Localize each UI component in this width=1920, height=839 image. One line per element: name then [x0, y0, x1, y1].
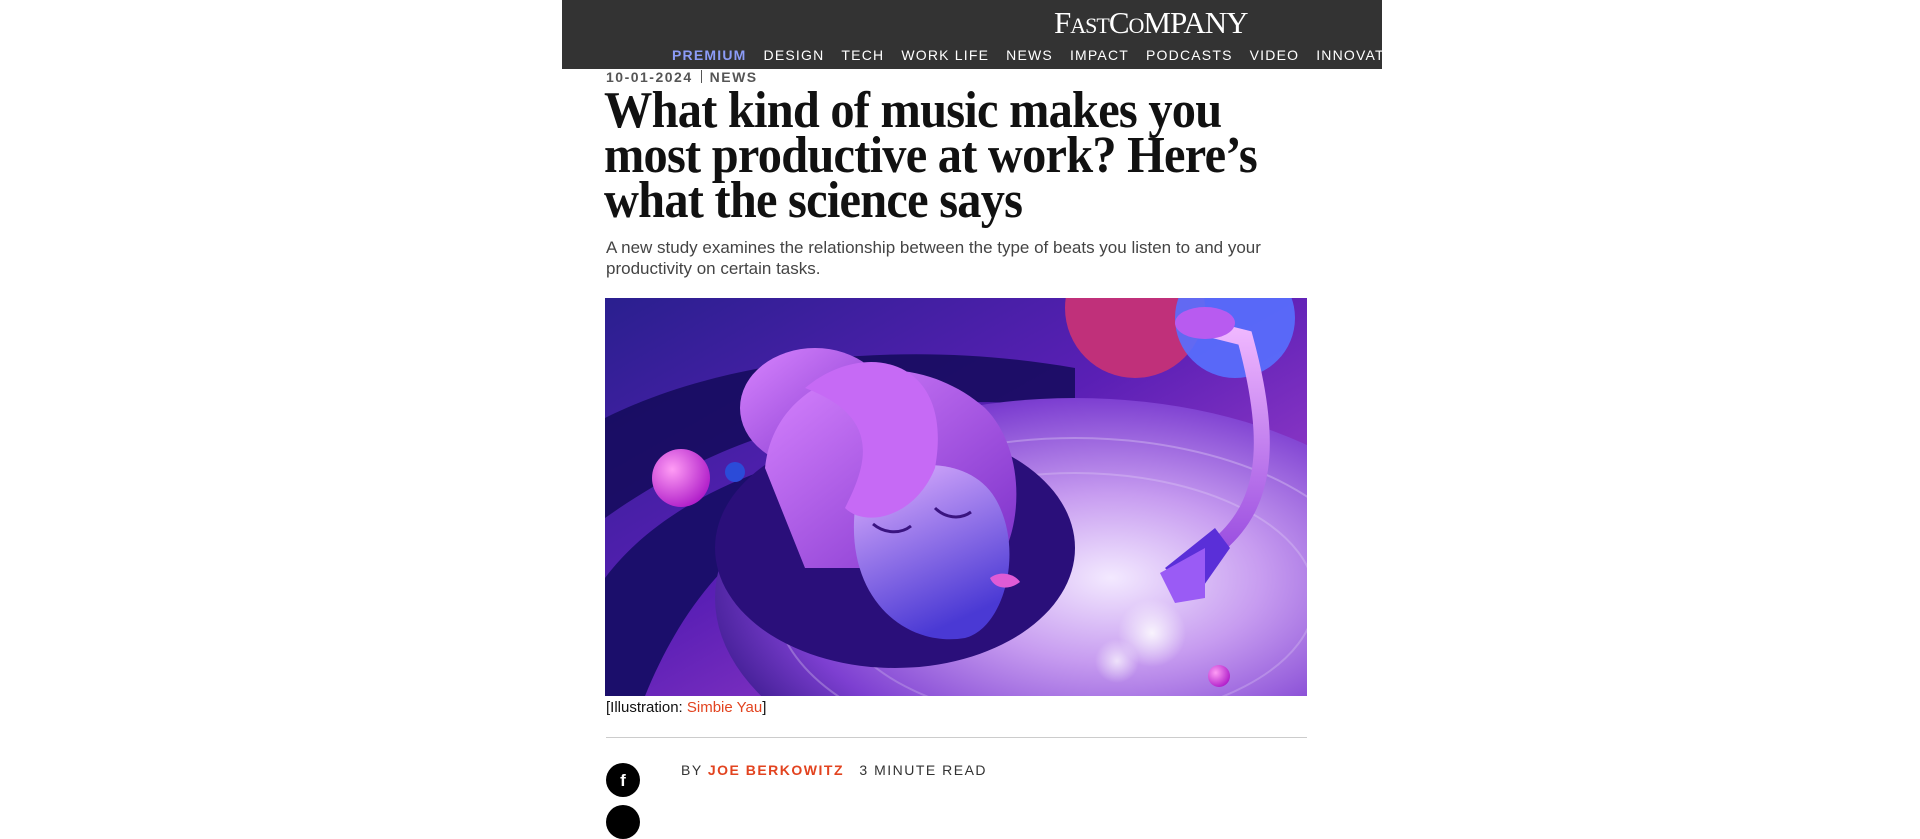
author-link[interactable]: JOE BERKOWITZ — [708, 762, 844, 778]
site-header: FASTCOMPANY PREMIUM DESIGN TECH WORK LIF… — [562, 0, 1458, 69]
nav-item-news[interactable]: NEWS — [1006, 45, 1053, 65]
caption-prefix: [Illustration: — [606, 699, 687, 716]
divider — [606, 737, 1307, 738]
article-dek: A new study examines the relationship be… — [606, 238, 1261, 278]
article-headline: What kind of music makes you most produc… — [604, 82, 1258, 229]
nav-item-impact[interactable]: IMPACT — [1070, 45, 1129, 65]
facebook-share-button[interactable]: f — [606, 763, 640, 797]
facebook-icon: f — [620, 771, 626, 790]
hero-illustration — [605, 298, 1307, 696]
read-time: 3 MINUTE READ — [859, 762, 988, 778]
nav-item-tech[interactable]: TECH — [841, 45, 884, 65]
byline-prefix: BY — [681, 762, 703, 778]
caption-credit-link[interactable]: Simbie Yau — [687, 699, 762, 716]
nav-item-video[interactable]: VIDEO — [1250, 45, 1300, 65]
article-byline: BY JOE BERKOWITZ 3 MINUTE READ — [681, 761, 987, 779]
music-illustration-image — [605, 298, 1307, 696]
nav-item-innovation-fest[interactable]: INNOVATION FEST — [1316, 45, 1459, 65]
hero-caption: [Illustration: Simbie Yau] — [606, 699, 766, 717]
nav-item-premium[interactable]: PREMIUM — [672, 45, 747, 65]
nav-item-podcasts[interactable]: PODCASTS — [1146, 45, 1233, 65]
nav-item-design[interactable]: DESIGN — [764, 45, 825, 65]
nav-item-work-life[interactable]: WORK LIFE — [901, 45, 989, 65]
caption-suffix: ] — [762, 699, 767, 716]
fast-company-logo[interactable]: FASTCOMPANY — [1054, 6, 1249, 40]
share-button[interactable] — [606, 805, 640, 839]
main-nav: PREMIUM DESIGN TECH WORK LIFE NEWS IMPAC… — [672, 45, 1459, 65]
